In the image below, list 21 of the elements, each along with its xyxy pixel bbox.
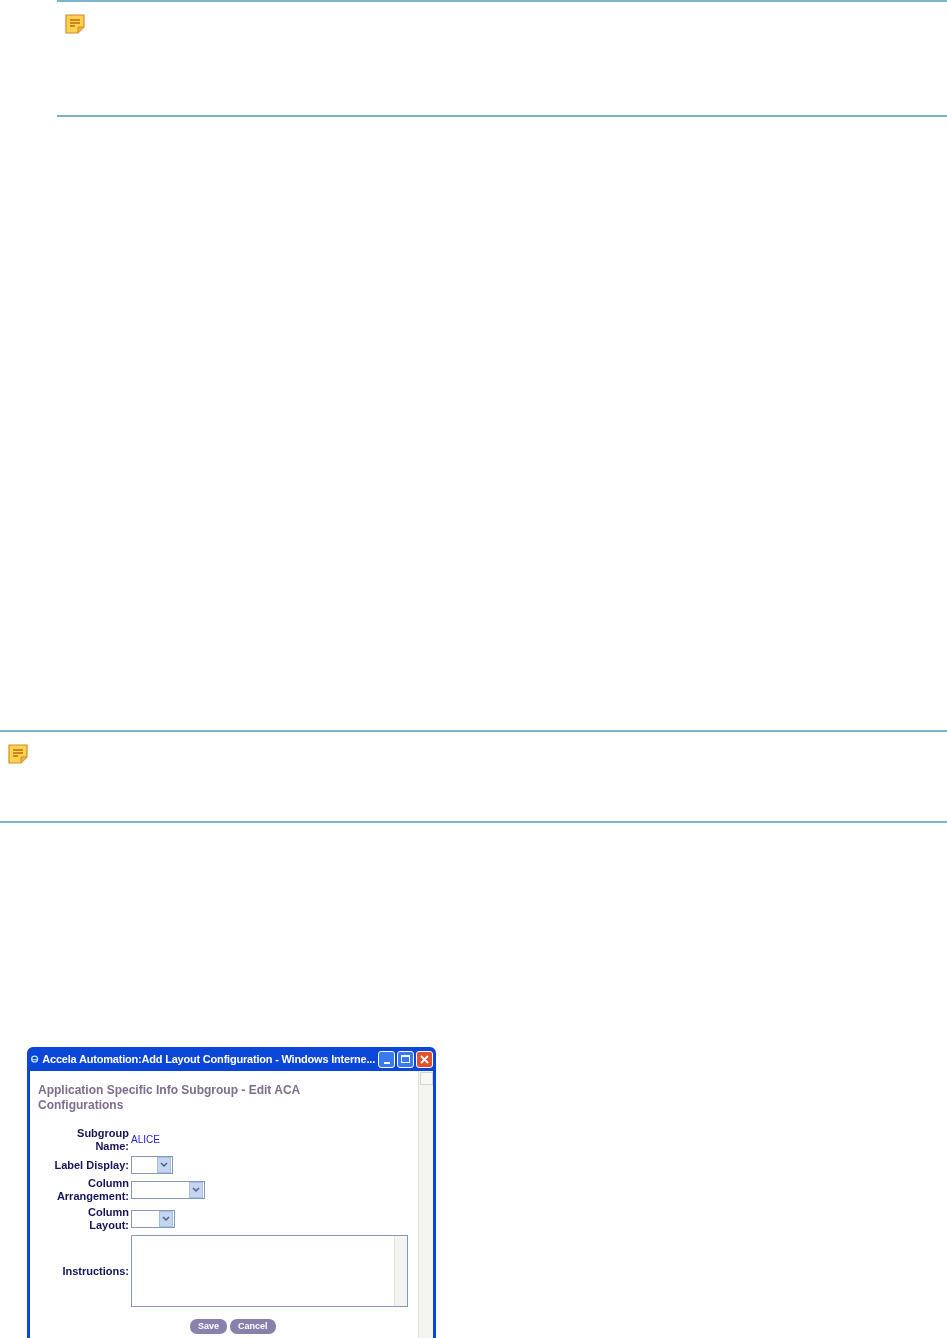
minimize-button[interactable] <box>378 1050 395 1068</box>
close-icon <box>420 1054 429 1064</box>
form-button[interactable]: Save <box>190 1319 228 1334</box>
window-title: Accela Automation:Add Layout Configuration - Windows Interne... <box>42 1051 375 1067</box>
field-label: Column Layout: <box>87 1206 130 1232</box>
maximize-button[interactable] <box>397 1050 414 1068</box>
instructions-field[interactable] <box>131 1235 408 1307</box>
note-icon <box>65 14 85 34</box>
dropdown[interactable] <box>131 1156 173 1174</box>
close-button[interactable] <box>416 1050 433 1068</box>
scrollbar <box>394 1236 407 1306</box>
note-icon <box>8 744 28 764</box>
field-value: ALICE <box>131 1133 160 1147</box>
field-label: Column Arrangement: <box>55 1177 130 1203</box>
dropdown[interactable] <box>131 1210 175 1228</box>
field-label: Label Display: <box>53 1158 130 1172</box>
form-button[interactable]: Cancel <box>230 1319 276 1334</box>
field-label: Subgroup Name: <box>76 1127 130 1153</box>
form-heading: Application Specific Info Subgroup - Edit ACA Configurations <box>38 1083 301 1113</box>
field-label: Instructions: <box>61 1264 130 1278</box>
dropdown[interactable] <box>131 1181 205 1199</box>
